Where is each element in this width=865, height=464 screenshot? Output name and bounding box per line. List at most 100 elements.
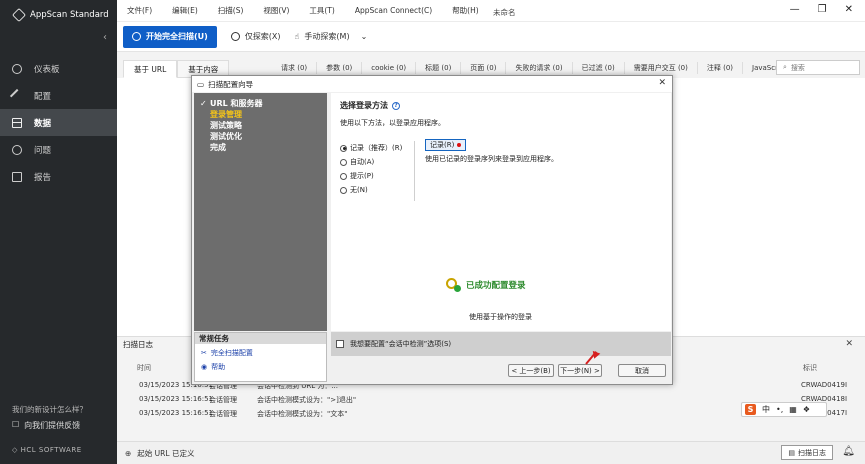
manual-explore-button[interactable]: ☝ 手动探索(M) ⌄ xyxy=(295,31,368,42)
task-help[interactable]: ◉ 帮助 xyxy=(195,362,326,372)
session-detection-option[interactable]: 我想要配置“会话中检测”选项(S) xyxy=(331,332,671,356)
vendor-logo: ◇ HCL SOFTWARE xyxy=(12,446,82,454)
filter-comments[interactable]: 注释 (0) xyxy=(698,62,743,74)
dialog-close-icon[interactable]: ✕ xyxy=(658,78,666,88)
ime-toolbar[interactable]: S 中 •, ▦ ❖ xyxy=(741,402,827,417)
success-title: 已成功配置登录 xyxy=(466,281,526,291)
manual-explore-label: 手动探索(M) xyxy=(304,32,350,41)
sogou-icon: S xyxy=(745,404,756,415)
explore-only-label: 仅探索(X) xyxy=(244,32,281,41)
sidebar-item-config[interactable]: 配置 xyxy=(0,82,117,109)
collapse-sidebar-icon[interactable]: ‹ xyxy=(103,32,107,43)
menu-appscan-connect[interactable]: AppScan Connect(C) xyxy=(345,6,442,15)
menu-tools[interactable]: 工具(T) xyxy=(299,5,344,16)
menu-view[interactable]: 视图(V) xyxy=(253,5,299,16)
filter-cookies[interactable]: cookie (0) xyxy=(362,62,417,74)
menu-scan[interactable]: 扫描(S) xyxy=(208,5,254,16)
wizard-step-test-policy[interactable]: 测试策略 xyxy=(200,120,327,131)
filter-filtered[interactable]: 已过滤 (0) xyxy=(573,62,625,74)
radio-prompt[interactable]: 提示(P) xyxy=(340,169,414,183)
common-tasks-title: 常规任务 xyxy=(195,333,326,344)
sidebar-item-label: 数据 xyxy=(34,118,52,129)
dialog-title: 扫描配置向导 xyxy=(208,79,254,89)
sidebar-item-issues[interactable]: 问题 xyxy=(0,136,117,163)
sidebar-item-reports[interactable]: 报告 xyxy=(0,163,117,190)
filter-headers[interactable]: 标题 (0) xyxy=(416,62,462,74)
hand-icon: ☝ xyxy=(294,32,300,41)
radio-unchecked xyxy=(340,158,347,166)
col-time[interactable]: 时间 xyxy=(137,363,151,373)
back-button[interactable]: < 上一步(B) xyxy=(508,364,554,377)
full-scan-button[interactable]: 开始完全扫描(U) xyxy=(123,25,217,48)
menu-file[interactable]: 文件(F) xyxy=(117,5,162,16)
filter-failed-requests[interactable]: 失败的请求 (0) xyxy=(506,62,573,74)
radio-label: 提示(P) xyxy=(350,172,374,180)
radio-label: 记录（推荐）(R) xyxy=(350,144,403,152)
minimize-icon[interactable]: — xyxy=(790,4,800,15)
wizard-step-complete[interactable]: 完成 xyxy=(200,142,327,153)
record-button[interactable]: 记录(R) xyxy=(425,139,467,151)
wizard-icon: ▭ xyxy=(197,79,205,89)
feedback-link[interactable]: ☐ 向我们提供反馈 xyxy=(12,420,80,431)
search-placeholder: 搜索 xyxy=(790,63,805,72)
radio-none[interactable]: 无(N) xyxy=(340,183,414,197)
ime-language: 中 xyxy=(762,405,770,414)
col-id[interactable]: 标识 xyxy=(803,363,817,373)
help-icon: ◉ xyxy=(201,363,208,371)
task-full-scan-config[interactable]: ✂ 完全扫描配置 xyxy=(195,348,326,358)
explore-only-button[interactable]: 仅探索(X) xyxy=(230,31,281,42)
check-icon: ✓ xyxy=(200,99,207,108)
radio-unchecked xyxy=(340,186,347,194)
session-detection-label: 我想要配置“会话中检测”选项(S) xyxy=(350,340,452,348)
log-time: 03/15/2023 15:16:51 xyxy=(139,395,214,403)
menu-help[interactable]: 帮助(H) xyxy=(442,5,489,16)
next-button[interactable]: 下一步(N) > xyxy=(558,364,602,377)
filter-pages[interactable]: 页面 (0) xyxy=(461,62,507,74)
step-label: 测试优化 xyxy=(210,132,242,141)
tab-url-based[interactable]: 基于 URL xyxy=(123,60,178,78)
radio-record[interactable]: 记录（推荐）(R) xyxy=(340,141,414,155)
help-question-icon[interactable]: ? xyxy=(392,101,400,110)
scan-config-wizard-dialog: ▭ 扫描配置向导 ✕ ✓ URL 和服务器 登录管理 测试策略 测试优化 完成 常… xyxy=(191,75,673,385)
issue-icon xyxy=(12,144,22,155)
wizard-step-test-optimization[interactable]: 测试优化 xyxy=(200,131,327,142)
filter-user-interaction[interactable]: 需要用户交互 (0) xyxy=(625,62,698,74)
record-dot-icon xyxy=(457,143,462,147)
section-description: 使用以下方法，以登录应用程序。 xyxy=(340,119,445,127)
filter-requests[interactable]: 请求 (0) xyxy=(272,62,318,74)
wizard-steps: ✓ URL 和服务器 登录管理 测试策略 测试优化 完成 xyxy=(194,93,327,331)
menu-edit[interactable]: 编辑(E) xyxy=(162,5,208,16)
brand: AppScan Standard xyxy=(0,0,117,30)
sidebar-item-dashboard[interactable]: 仪表板 xyxy=(0,55,117,82)
status-bar: ⊕ 起始 URL 已定义 ▤ 扫描日志 🔔︎ xyxy=(117,441,865,464)
step-label: 测试策略 xyxy=(210,121,242,130)
scan-log-title: 扫描日志 xyxy=(123,340,153,349)
bell-icon[interactable]: 🔔︎ xyxy=(842,446,855,457)
sidebar-item-data[interactable]: 数据 xyxy=(0,109,117,136)
search-icon: ⌕ xyxy=(783,63,787,71)
wrench-icon xyxy=(9,88,25,103)
log-message: 会话中检测模式设为：">]退出" xyxy=(257,396,357,404)
task-label: 完全扫描配置 xyxy=(210,349,253,357)
scan-log-button[interactable]: ▤ 扫描日志 xyxy=(781,445,833,460)
log-id: CRWAD0419I xyxy=(801,381,848,389)
restore-icon[interactable]: ❐ xyxy=(818,4,827,15)
wizard-step-login[interactable]: 登录管理 xyxy=(200,109,327,120)
cancel-button[interactable]: 取消 xyxy=(618,364,666,377)
chevron-down-icon[interactable]: ⌄ xyxy=(361,32,368,41)
key-check-icon xyxy=(446,278,461,292)
wizard-step-url-server[interactable]: ✓ URL 和服务器 xyxy=(200,98,327,109)
search-input[interactable]: ⌕ 搜索 xyxy=(776,60,860,75)
log-category: 会话管理 xyxy=(209,396,237,404)
radio-checked xyxy=(340,144,347,152)
section-title: 选择登录方法 ? xyxy=(340,100,662,111)
sidebar-nav: 仪表板 配置 数据 问题 报告 xyxy=(0,55,117,190)
window-title: 未命名 xyxy=(493,8,516,17)
scan-log-button-label: 扫描日志 xyxy=(798,448,826,457)
session-detection-checkbox[interactable] xyxy=(336,340,344,348)
radio-auto[interactable]: 自动(A) xyxy=(340,155,414,169)
close-log-icon[interactable]: ✕ xyxy=(845,339,853,349)
close-window-icon[interactable]: ✕ xyxy=(845,4,853,15)
filter-parameters[interactable]: 参数 (0) xyxy=(317,62,363,74)
login-method-radios: 记录（推荐）(R) 自动(A) 提示(P) 无(N) xyxy=(340,141,415,201)
